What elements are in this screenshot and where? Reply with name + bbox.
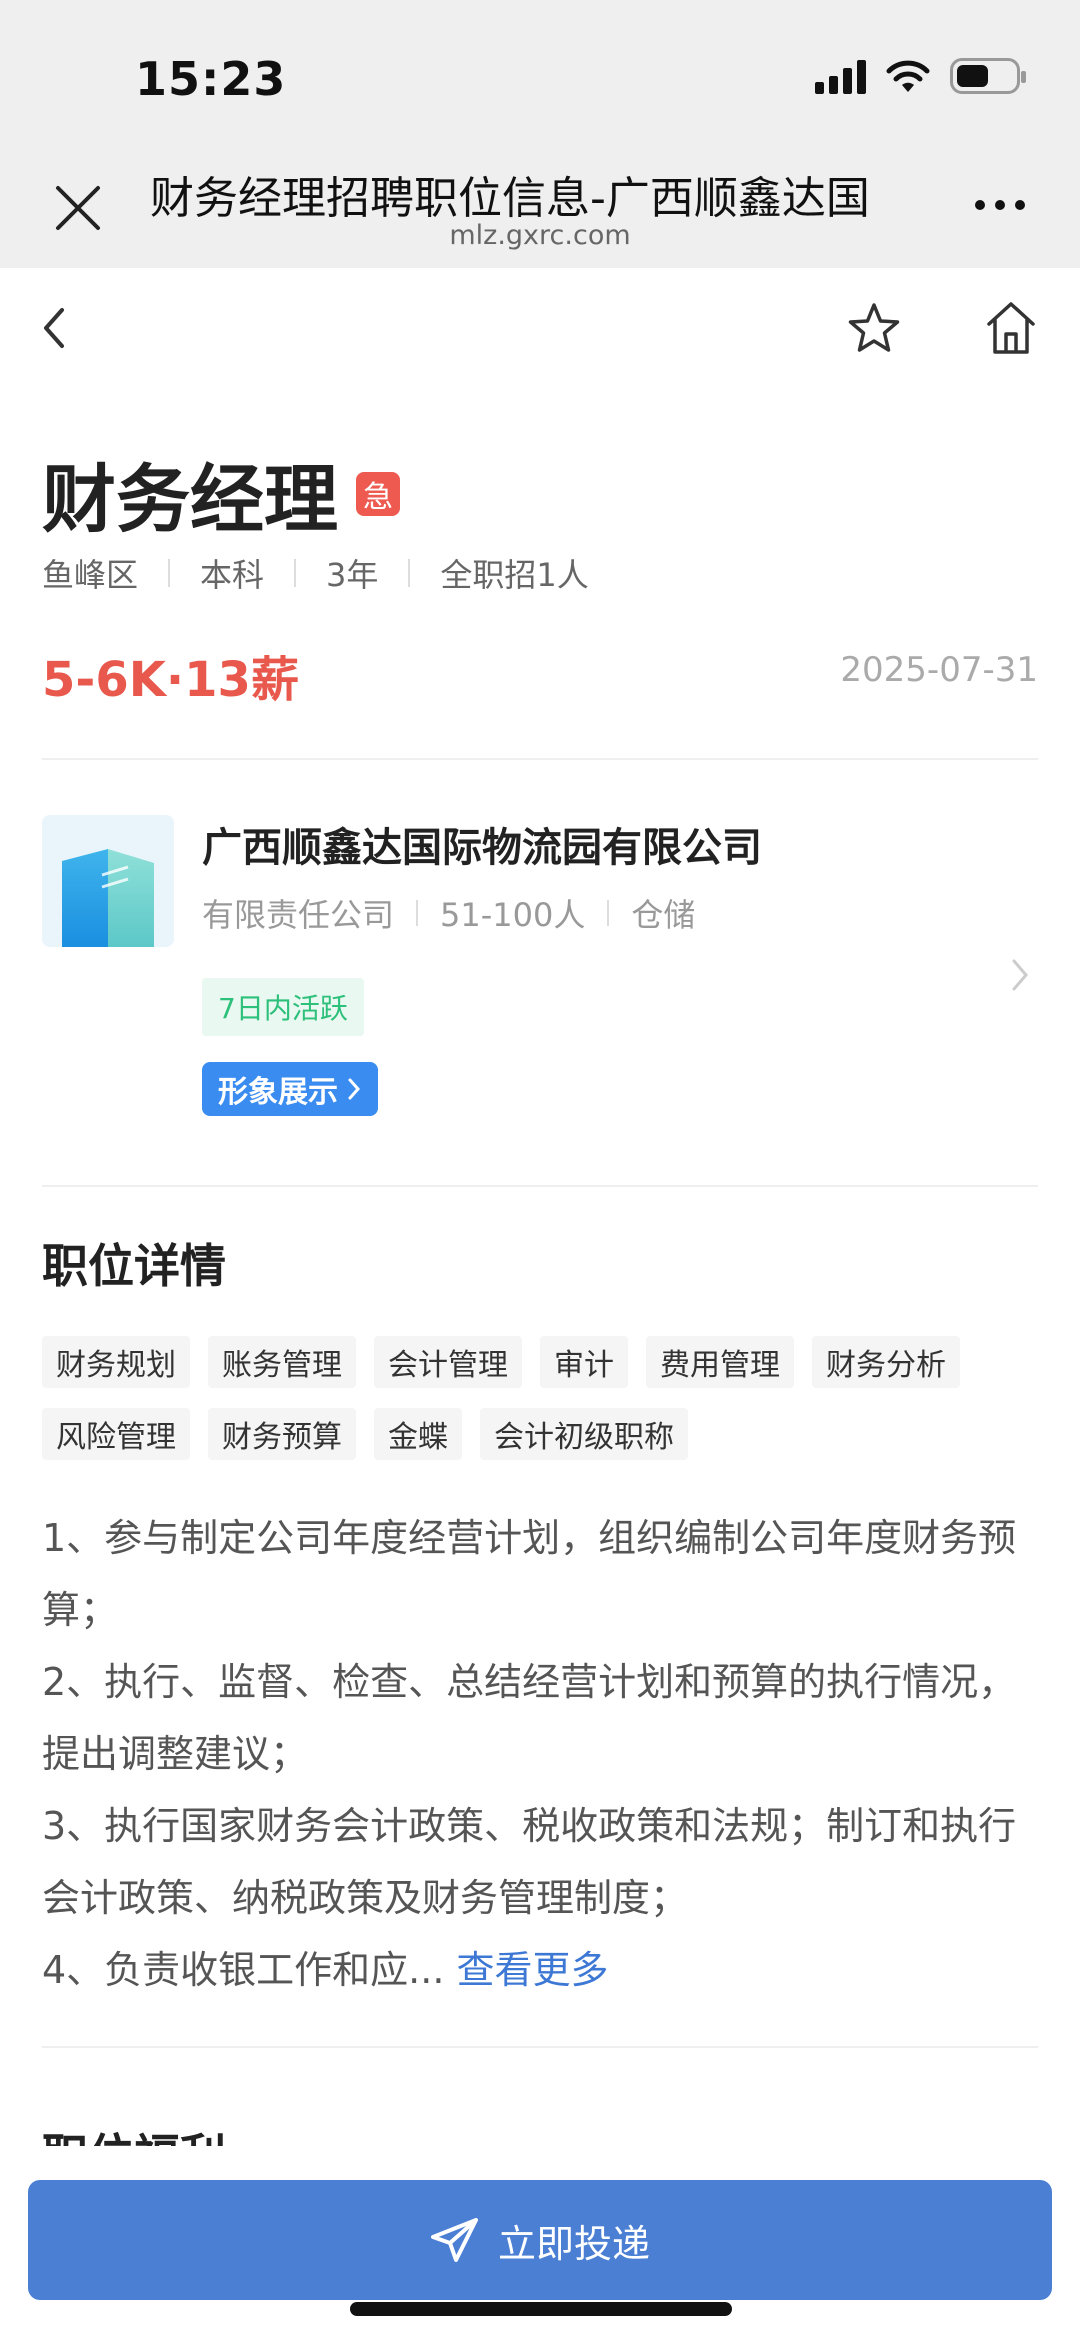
skill-tag: 会计初级职称 xyxy=(480,1408,688,1460)
skill-tag: 会计管理 xyxy=(374,1336,522,1388)
chevron-right-icon xyxy=(348,1078,361,1100)
company-type: 有限责任公司 xyxy=(202,896,395,934)
signal-icon xyxy=(815,58,866,94)
send-icon xyxy=(430,2218,478,2262)
post-date: 2025-07-31 xyxy=(840,650,1038,690)
salary: 5-6K·13薪 xyxy=(42,652,299,708)
description-truncated: 4、负责收银工作和应... xyxy=(42,1948,445,1992)
apply-button-label: 立即投递 xyxy=(497,2221,650,2266)
skill-tag: 财务预算 xyxy=(208,1408,356,1460)
company-size: 51-100人 xyxy=(440,896,586,934)
section-title-benefits: 职位福利 xyxy=(42,2120,226,2146)
status-time: 15:23 xyxy=(135,52,287,106)
divider xyxy=(42,758,1038,760)
more-options-icon[interactable] xyxy=(975,200,1025,210)
status-icons xyxy=(815,58,1026,94)
building-icon xyxy=(62,849,154,947)
urgent-badge: 急 xyxy=(356,471,400,516)
divider xyxy=(42,1185,1038,1187)
skill-tags: 财务规划 账务管理 会计管理 审计 费用管理 财务分析 风险管理 财务预算 金蝶… xyxy=(42,1336,1042,1460)
back-icon[interactable] xyxy=(34,300,74,356)
skill-tag: 账务管理 xyxy=(208,1336,356,1388)
skill-tag: 财务分析 xyxy=(812,1336,960,1388)
description-line: 3、执行国家财务会计政策、税收政策和法规；制订和执行会计政策、纳税政策及财务管理… xyxy=(42,1804,1017,1920)
skill-tag: 金蝶 xyxy=(374,1408,462,1460)
company-industry: 仓储 xyxy=(631,896,696,934)
job-description: 1、参与制定公司年度经营计划，组织编制公司年度财务预算； 2、执行、监督、检查、… xyxy=(42,1502,1038,2006)
browser-chrome: 15:23 财务经理招聘职位信息-广西顺鑫达国 mlz.gxrc.com xyxy=(0,0,1080,268)
description-line: 4、负责收银工作和应... 查看更多 xyxy=(42,1934,1038,2006)
skill-tag: 审计 xyxy=(540,1336,628,1388)
battery-icon xyxy=(950,58,1026,94)
brand-showcase-button[interactable]: 形象展示 xyxy=(202,1062,378,1116)
description-line: 2、执行、监督、检查、总结经营计划和预算的执行情况，提出调整建议； xyxy=(42,1660,1017,1776)
job-title: 财务经理 xyxy=(42,457,338,543)
description-line: 1、参与制定公司年度经营计划，组织编制公司年度财务预算； xyxy=(42,1516,1017,1632)
home-indicator xyxy=(350,2302,732,2316)
active-badge: 7日内活跃 xyxy=(202,978,364,1036)
company-name[interactable]: 广西顺鑫达国际物流园有限公司 xyxy=(202,815,762,873)
company-meta: 有限责任公司 51-100人 仓储 xyxy=(202,890,695,936)
brand-showcase-label: 形象展示 xyxy=(218,1075,338,1110)
skill-tag: 财务规划 xyxy=(42,1336,190,1388)
job-experience: 3年 xyxy=(326,556,379,594)
company-logo[interactable] xyxy=(42,815,174,947)
divider xyxy=(42,2046,1038,2048)
apply-button[interactable]: 立即投递 xyxy=(28,2180,1052,2300)
chevron-right-icon[interactable] xyxy=(1006,955,1034,995)
home-icon[interactable] xyxy=(985,300,1037,356)
job-type: 全职招1人 xyxy=(440,556,589,594)
star-icon[interactable] xyxy=(845,300,903,358)
job-education: 本科 xyxy=(200,556,265,594)
view-more-link[interactable]: 查看更多 xyxy=(457,1948,609,1992)
browser-title: 财务经理招聘职位信息-广西顺鑫达国 xyxy=(150,173,870,224)
skill-tag: 费用管理 xyxy=(646,1336,794,1388)
job-location: 鱼峰区 xyxy=(42,556,139,594)
skill-tag: 风险管理 xyxy=(42,1408,190,1460)
browser-url: mlz.gxrc.com xyxy=(449,220,631,251)
job-meta: 鱼峰区 本科 3年 全职招1人 xyxy=(42,550,589,596)
section-title-details: 职位详情 xyxy=(42,1239,226,1293)
job-title-row: 财务经理 急 xyxy=(42,440,400,547)
wifi-icon xyxy=(886,60,930,92)
